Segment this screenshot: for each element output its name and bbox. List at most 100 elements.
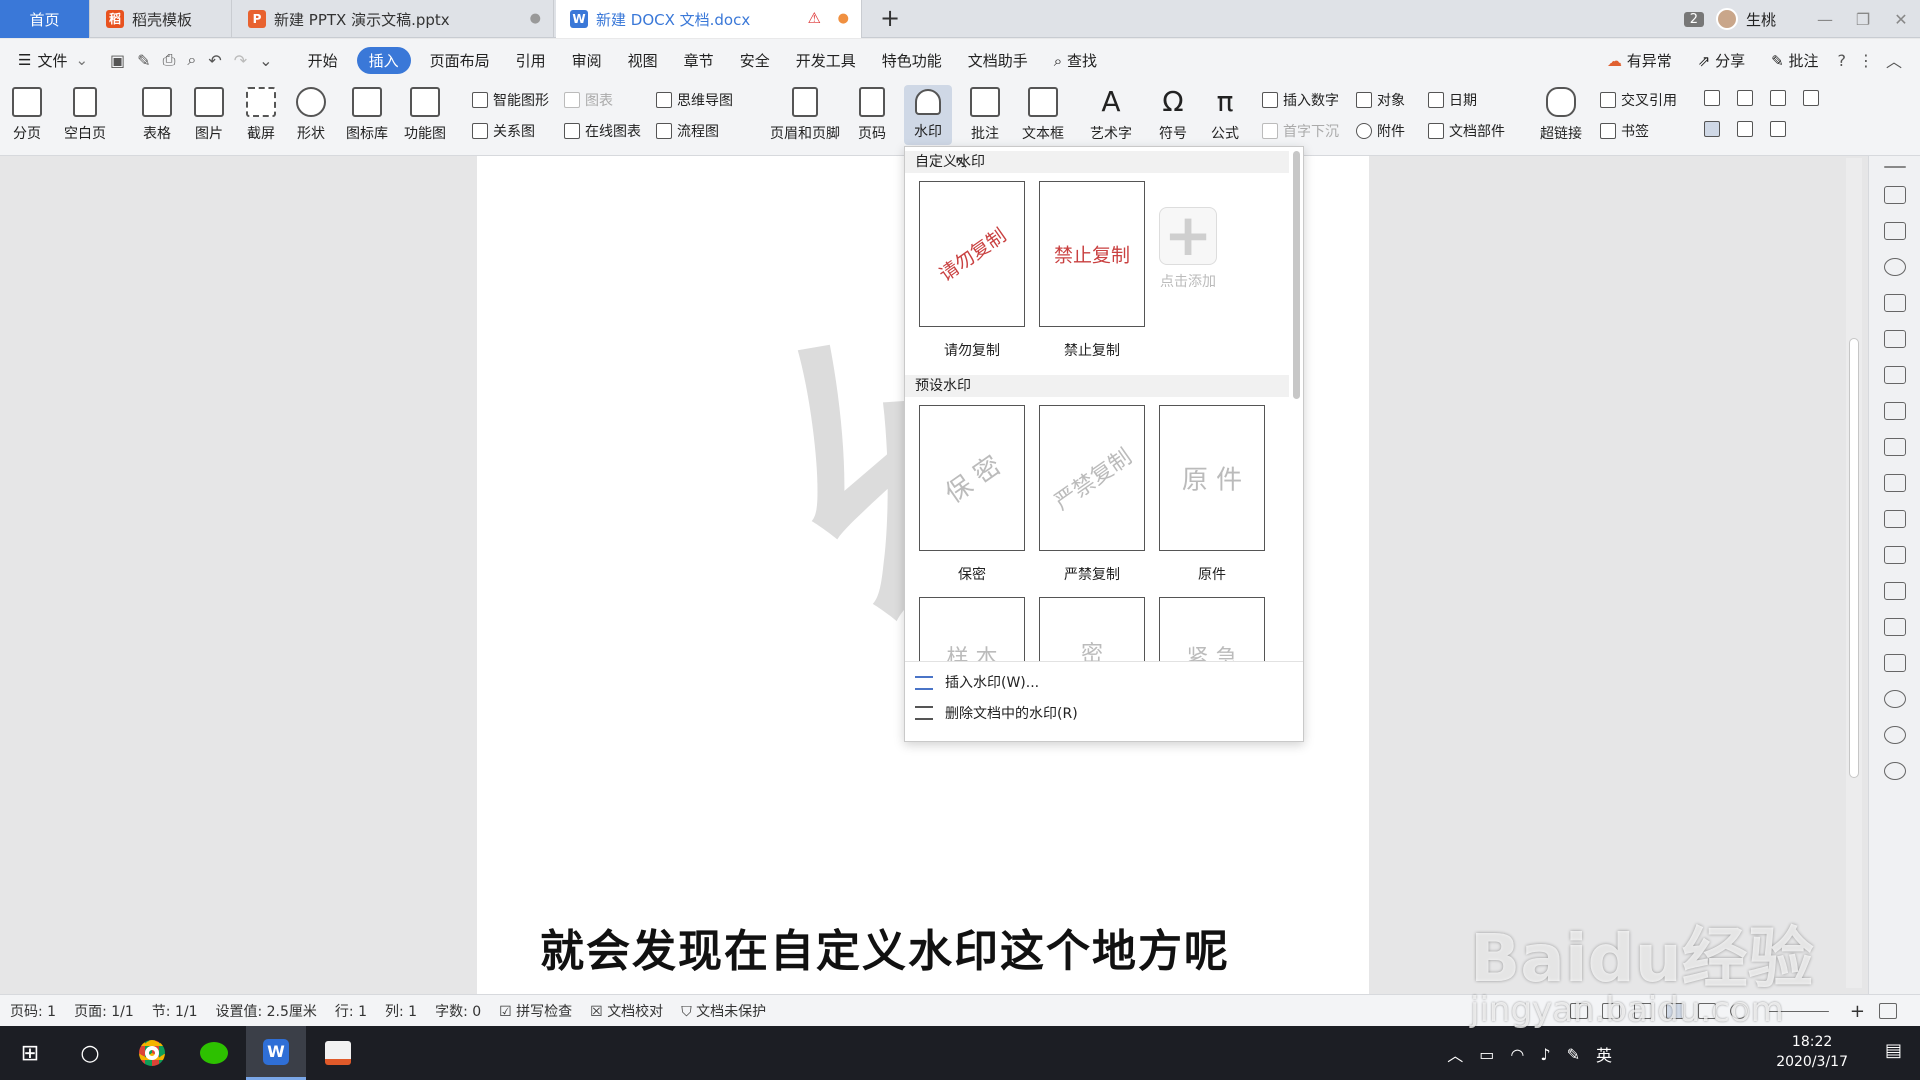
cross-reference-button[interactable]: 交叉引用 [1600, 90, 1677, 110]
taskbar-wps-writer[interactable]: W [246, 1026, 306, 1080]
status-words[interactable]: 字数: 0 [435, 1001, 481, 1021]
image-icon[interactable] [1883, 654, 1906, 672]
picture-button[interactable]: 图片 [194, 81, 224, 143]
preset-watermark-thumb-4[interactable]: 样 本 [919, 597, 1025, 661]
page-number-button[interactable]: 页码 [858, 81, 886, 143]
sliders-icon[interactable] [1883, 474, 1906, 492]
spell-check-button[interactable]: ☑ 拼写检查 [499, 1001, 572, 1021]
screenshot-button[interactable]: 截屏 [246, 81, 276, 143]
menu-layout[interactable]: 页面布局 [430, 50, 490, 71]
proofread-button[interactable]: ☒ 文档校对 [590, 1001, 663, 1021]
tab-docx[interactable]: W 新建 DOCX 文档.docx ⚠ ● [556, 0, 862, 38]
zoom-in-icon[interactable]: + [1850, 1001, 1865, 1022]
input-language[interactable]: 英 [1596, 1042, 1612, 1066]
tab-close-icon[interactable]: ● [530, 11, 541, 26]
user-name[interactable]: 生桃 [1746, 9, 1776, 30]
tool-c-icon[interactable] [1770, 90, 1786, 106]
page-break-button[interactable]: 分页 [12, 81, 42, 143]
taskbar-wechat[interactable] [184, 1026, 244, 1080]
edit-pen-icon[interactable] [1883, 186, 1906, 204]
help-circle-icon[interactable] [1883, 762, 1906, 780]
image-doc-icon[interactable] [1883, 510, 1906, 528]
menu-features[interactable]: 特色功能 [882, 50, 942, 71]
preset-watermark-thumb-3[interactable]: 原 件 [1159, 405, 1265, 551]
clock[interactable]: 18:22 2020/3/17 [1776, 1032, 1848, 1072]
battery-icon[interactable]: ▭ [1479, 1045, 1494, 1064]
mind-map-button[interactable]: 思维导图 [656, 90, 733, 110]
volume-icon[interactable]: ♪ [1540, 1045, 1550, 1064]
shape-button[interactable]: 形状 [296, 81, 326, 143]
menu-start[interactable]: 开始 [308, 50, 338, 71]
panel-scrollbar[interactable] [1293, 151, 1300, 399]
tab-daoke-templates[interactable]: 稻 稻壳模板 [92, 0, 232, 38]
protection-button[interactable]: ⛉ 文档未保护 [681, 1001, 766, 1021]
menu-chapter[interactable]: 章节 [684, 50, 714, 71]
comment-menu-button[interactable]: ✎ 批注 [1771, 50, 1818, 71]
preset-watermark-thumb-6[interactable]: 紧 急 [1159, 597, 1265, 661]
close-window-icon[interactable]: ✕ [1882, 10, 1920, 29]
menu-security[interactable]: 安全 [740, 50, 770, 71]
tool-e-icon[interactable] [1704, 121, 1720, 137]
flowchart-button[interactable]: 流程图 [656, 121, 719, 141]
restore-icon[interactable]: ❐ [1844, 10, 1882, 29]
preset-watermark-thumb-2[interactable]: 严禁复制 [1039, 405, 1145, 551]
relation-chart-button[interactable]: 关系图 [472, 121, 535, 141]
customize-icon[interactable]: ⌄ [259, 51, 272, 70]
drop-cap-button[interactable]: 首字下沉 [1262, 121, 1339, 141]
status-row[interactable]: 行: 1 [335, 1001, 367, 1021]
award-icon[interactable] [1883, 258, 1906, 276]
format-painter-icon[interactable]: ✎ [137, 51, 150, 70]
vertical-scrollbar[interactable] [1846, 158, 1862, 988]
comment-button[interactable]: 批注 [970, 81, 1000, 143]
menu-developer[interactable]: 开发工具 [796, 50, 856, 71]
translate-icon[interactable] [1883, 582, 1906, 600]
function-chart-button[interactable]: 功能图 [404, 81, 446, 143]
pen-icon[interactable]: ✎ [1567, 1045, 1580, 1064]
shield-icon[interactable] [1883, 690, 1906, 708]
preset-watermark-thumb-5[interactable]: 密 [1039, 597, 1145, 661]
menu-insert[interactable]: 插入 [356, 46, 411, 74]
avatar[interactable] [1715, 8, 1738, 30]
tool-g-icon[interactable] [1770, 121, 1786, 137]
bookmark-button[interactable]: 书签 [1600, 121, 1649, 141]
insert-watermark-button[interactable]: 插入水印(W)... [945, 672, 1039, 692]
windows-start-button[interactable]: ⊞ [0, 1026, 60, 1080]
save-icon[interactable]: ▣ [110, 51, 125, 70]
chart-button[interactable]: 图表 [564, 90, 613, 110]
archive-icon[interactable] [1883, 618, 1906, 636]
collapse-ribbon-icon[interactable]: ︿ [1886, 48, 1902, 72]
date-button[interactable]: 日期 [1428, 90, 1477, 110]
delete-watermark-button[interactable]: 删除文档中的水印(R) [945, 703, 1078, 723]
tab-pptx[interactable]: P 新建 PPTX 演示文稿.pptx ● [234, 0, 554, 38]
tool-f-icon[interactable] [1737, 121, 1753, 137]
bar-chart-icon[interactable] [1883, 438, 1906, 456]
symbol-button[interactable]: Ω 符号 [1158, 81, 1188, 143]
status-setting[interactable]: 设置值: 2.5厘米 [215, 1001, 316, 1021]
table-button[interactable]: 表格 [142, 81, 172, 143]
file-menu[interactable]: ☰ 文件 ⌄ [18, 50, 88, 71]
tool-a-icon[interactable] [1704, 90, 1720, 106]
menu-reference[interactable]: 引用 [516, 50, 546, 71]
add-custom-watermark-button[interactable]: + 点击添加 [1135, 177, 1241, 323]
more-icon[interactable]: ⋮ [1858, 51, 1874, 70]
tray-up-icon[interactable]: ︿ [1447, 1042, 1463, 1066]
search-button[interactable]: ⌕ 查找 [1054, 50, 1097, 71]
wordart-button[interactable]: A 艺术字 [1090, 81, 1132, 143]
smart-shape-button[interactable]: 智能图形 [472, 90, 549, 110]
rail-handle[interactable] [1883, 166, 1906, 168]
online-chart-button[interactable]: 在线图表 [564, 121, 641, 141]
status-pages[interactable]: 页面: 1/1 [74, 1001, 134, 1021]
notification-icon[interactable]: ▤ [1885, 1040, 1902, 1061]
minimize-icon[interactable]: — [1806, 10, 1844, 29]
status-section[interactable]: 节: 1/1 [152, 1001, 198, 1021]
shapes-icon[interactable] [1883, 294, 1906, 312]
history-icon[interactable] [1883, 726, 1906, 744]
hyperlink-button[interactable]: 超链接 [1540, 81, 1582, 143]
status-page[interactable]: 页码: 1 [10, 1001, 56, 1021]
taskbar-presentation[interactable] [308, 1026, 368, 1080]
print-icon[interactable]: ⎙ [163, 50, 176, 70]
header-footer-button[interactable]: 页眉和页脚 [770, 81, 840, 143]
print-preview-icon[interactable]: ⌕ [187, 50, 196, 70]
icon-library-button[interactable]: 图标库 [346, 81, 388, 143]
window-count-badge[interactable]: 2 [1683, 11, 1704, 27]
